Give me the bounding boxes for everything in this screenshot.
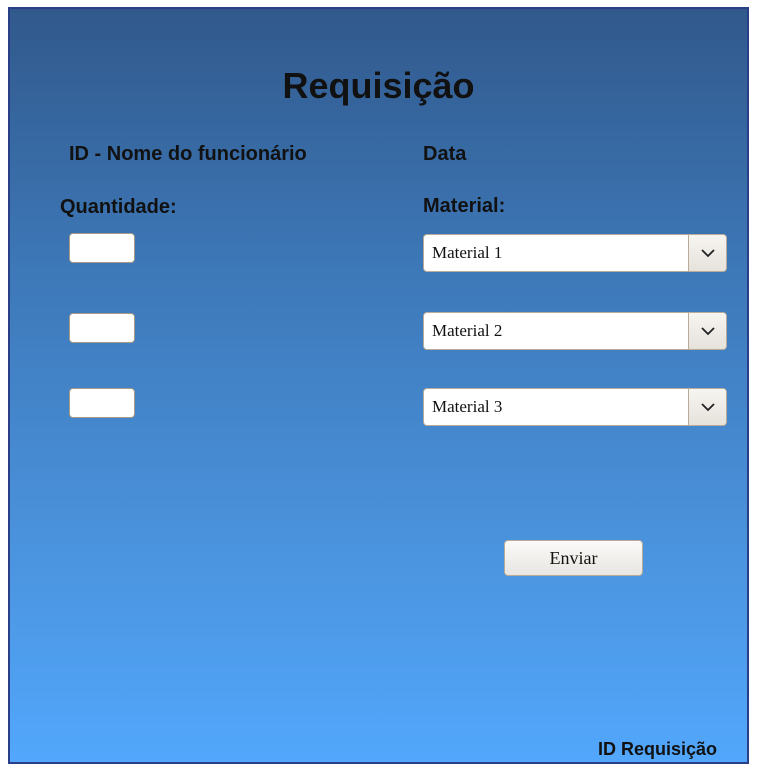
- quantity-label: Quantidade:: [60, 196, 177, 218]
- material-select-2-toggle[interactable]: [688, 313, 726, 349]
- material-select-1-toggle[interactable]: [688, 235, 726, 271]
- chevron-down-icon: [701, 249, 715, 258]
- material-select-3[interactable]: Material 3: [423, 388, 727, 426]
- quantity-input-2[interactable]: [69, 313, 135, 343]
- material-select-3-toggle[interactable]: [688, 389, 726, 425]
- material-select-3-value: Material 3: [432, 397, 503, 416]
- material-select-1-value: Material 1: [432, 243, 503, 262]
- material-select-2-value: Material 2: [432, 321, 503, 340]
- quantity-input-1[interactable]: [69, 233, 135, 263]
- quantity-input-3[interactable]: [69, 388, 135, 418]
- material-select-2[interactable]: Material 2: [423, 312, 727, 350]
- chevron-down-icon: [701, 403, 715, 412]
- requisition-id-label: ID Requisição: [597, 739, 717, 759]
- material-select-1[interactable]: Material 1: [423, 234, 727, 272]
- requisition-form: Requisição ID - Nome do funcionário Data…: [8, 7, 749, 764]
- material-label: Material:: [423, 195, 506, 217]
- page-title: Requisição: [282, 65, 475, 106]
- submit-button[interactable]: Enviar: [504, 540, 643, 576]
- date-label: Data: [423, 143, 467, 165]
- employee-label: ID - Nome do funcionário: [69, 143, 307, 165]
- chevron-down-icon: [701, 327, 715, 336]
